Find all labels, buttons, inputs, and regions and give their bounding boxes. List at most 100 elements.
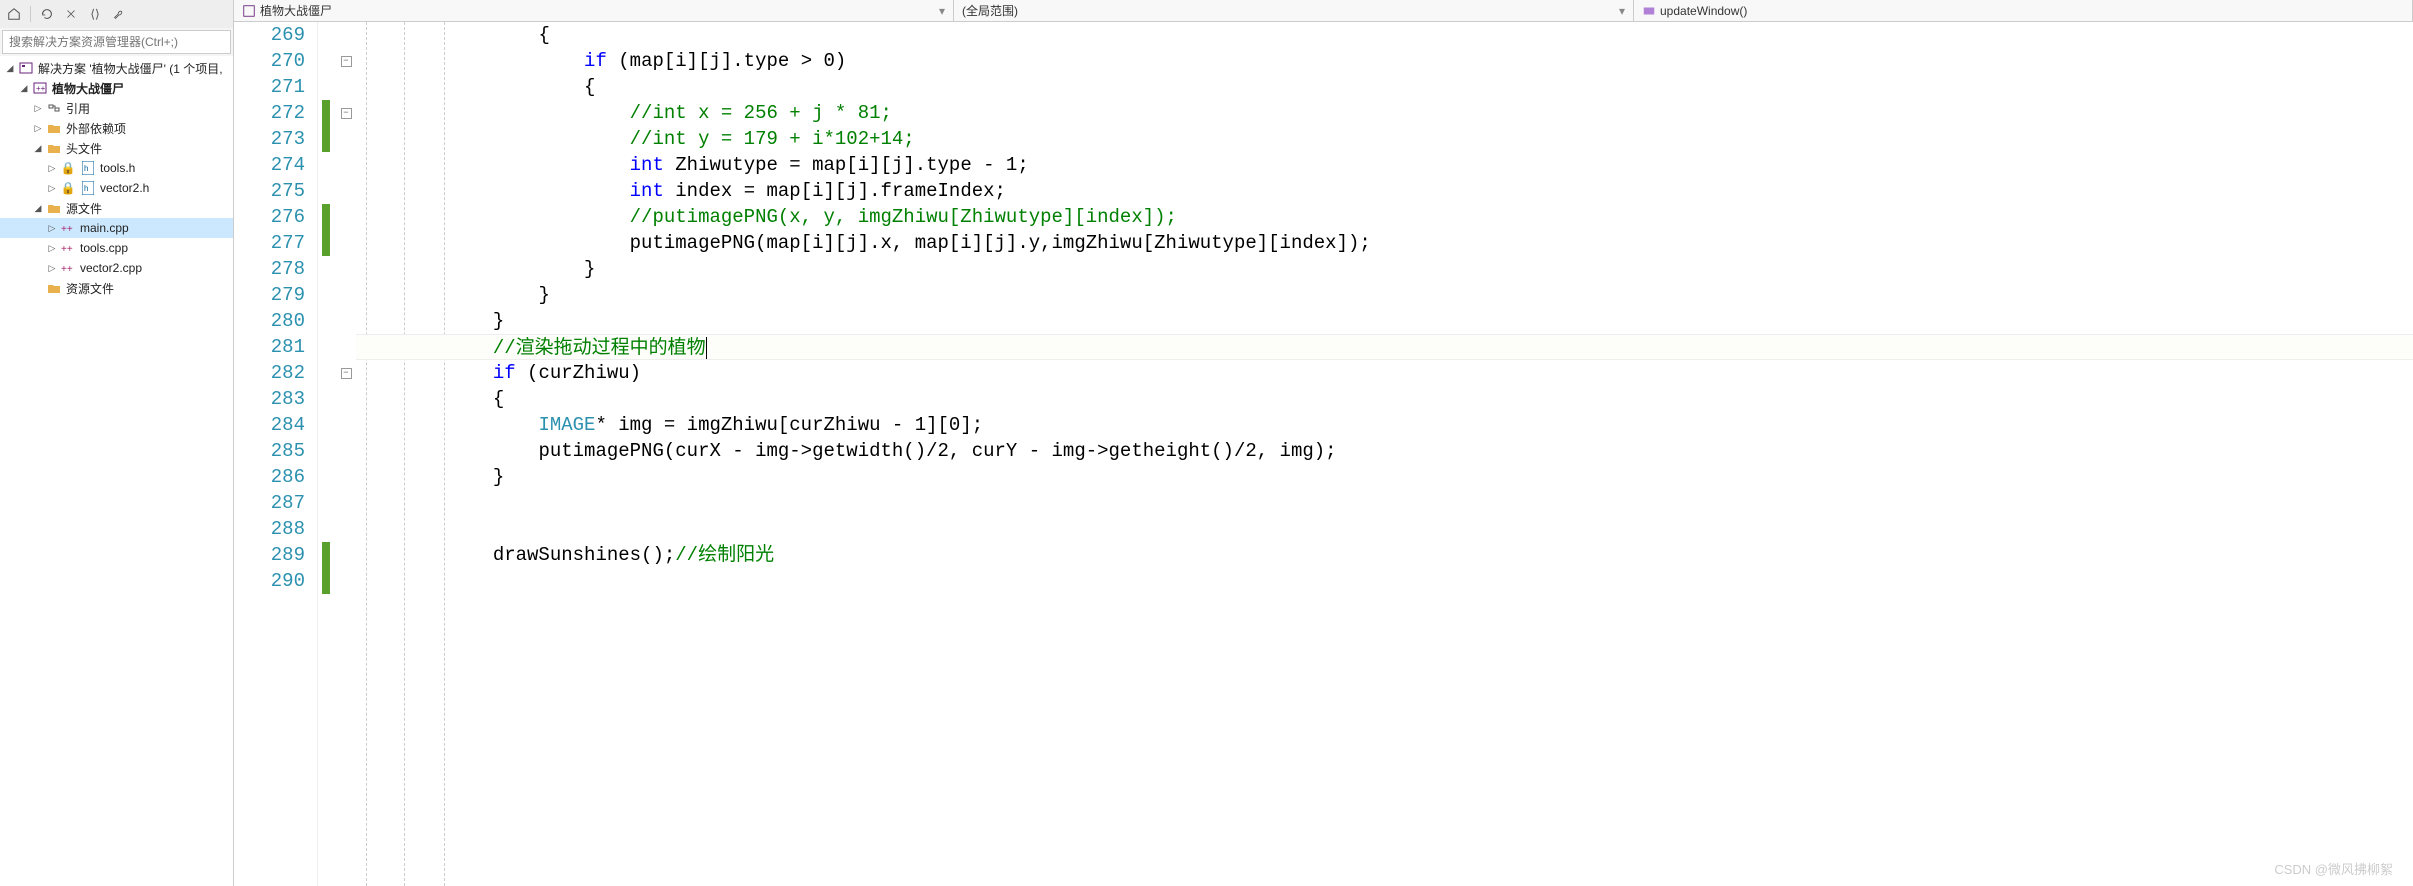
expand-icon[interactable]: ▷: [32, 102, 44, 114]
fold-column: − − −: [336, 22, 356, 886]
function-dropdown[interactable]: updateWindow(): [1634, 0, 2413, 21]
cpp-icon: ++: [60, 220, 76, 236]
resources-folder[interactable]: 资源文件: [0, 278, 233, 298]
home-icon[interactable]: [4, 4, 24, 24]
change-marker: [318, 334, 336, 360]
folder-icon: [46, 280, 62, 296]
code-line[interactable]: putimagePNG(map[i][j].x, map[i][j].y,img…: [356, 230, 2413, 256]
code-line[interactable]: [356, 490, 2413, 516]
fold-toggle: [336, 282, 356, 308]
header-file[interactable]: ▷ 🔒 h tools.h: [0, 158, 233, 178]
code-line[interactable]: }: [356, 308, 2413, 334]
code-line[interactable]: {: [356, 386, 2413, 412]
fold-toggle[interactable]: −: [336, 100, 356, 126]
code-line[interactable]: if (curZhiwu): [356, 360, 2413, 386]
external-deps-node[interactable]: ▷ 外部依赖项: [0, 118, 233, 138]
search-input[interactable]: [9, 35, 224, 49]
header-file[interactable]: ▷ 🔒 h vector2.h: [0, 178, 233, 198]
chevron-down-icon: ▾: [939, 4, 945, 18]
expand-icon[interactable]: ◢: [32, 142, 44, 154]
cpp-icon: ++: [60, 260, 76, 276]
change-marker: [318, 178, 336, 204]
wrench-icon[interactable]: [109, 4, 129, 24]
headers-folder[interactable]: ◢ 头文件: [0, 138, 233, 158]
solution-tree: ◢ 解决方案 '植物大战僵尸' (1 个项目, ◢ ++ 植物大战僵尸 ▷ 引用…: [0, 56, 233, 886]
file-label: tools.cpp: [80, 241, 128, 255]
change-marker: [322, 100, 330, 126]
fold-toggle: [336, 230, 356, 256]
sources-folder[interactable]: ◢ 源文件: [0, 198, 233, 218]
code-line[interactable]: }: [356, 282, 2413, 308]
code-line[interactable]: [356, 568, 2413, 594]
expand-icon[interactable]: ▷: [32, 122, 44, 134]
expand-icon[interactable]: ▷: [46, 262, 58, 274]
change-marker: [322, 126, 330, 152]
change-marker: [322, 204, 330, 230]
code-line[interactable]: drawSunshines();//绘制阳光: [356, 542, 2413, 568]
fold-toggle: [336, 542, 356, 568]
expand-icon[interactable]: ▷: [46, 182, 58, 194]
code-content[interactable]: { if (map[i][j].type > 0) { //int x = 25…: [356, 22, 2413, 886]
source-file[interactable]: ▷ ++ tools.cpp: [0, 238, 233, 258]
fold-toggle: [336, 126, 356, 152]
fold-toggle: [336, 334, 356, 360]
solution-node[interactable]: ◢ 解决方案 '植物大战僵尸' (1 个项目,: [0, 58, 233, 78]
expand-icon[interactable]: ◢: [32, 202, 44, 214]
project-node[interactable]: ◢ ++ 植物大战僵尸: [0, 78, 233, 98]
project-dropdown[interactable]: 植物大战僵尸 ▾: [234, 0, 954, 21]
fold-toggle[interactable]: −: [336, 360, 356, 386]
line-number: 283: [234, 386, 305, 412]
code-line[interactable]: int index = map[i][j].frameIndex;: [356, 178, 2413, 204]
fold-toggle[interactable]: −: [336, 48, 356, 74]
expand-icon[interactable]: ◢: [4, 62, 16, 74]
expand-icon[interactable]: ◢: [18, 82, 30, 94]
sources-label: 源文件: [66, 200, 102, 217]
code-line[interactable]: {: [356, 22, 2413, 48]
solution-icon: [18, 60, 34, 76]
code-editor[interactable]: 2692702712722732742752762772782792802812…: [234, 22, 2413, 886]
chevron-down-icon: ▾: [1619, 4, 1625, 18]
explorer-search[interactable]: [2, 30, 231, 54]
code-line[interactable]: //int y = 179 + i*102+14;: [356, 126, 2413, 152]
references-node[interactable]: ▷ 引用: [0, 98, 233, 118]
code-line[interactable]: }: [356, 464, 2413, 490]
source-file-active[interactable]: ▷ ++ main.cpp: [0, 218, 233, 238]
change-marker: [318, 360, 336, 386]
line-number: 277: [234, 230, 305, 256]
spacer: [32, 282, 44, 294]
code-line[interactable]: [356, 516, 2413, 542]
sync-icon[interactable]: [61, 4, 81, 24]
code-line[interactable]: IMAGE* img = imgZhiwu[curZhiwu - 1][0];: [356, 412, 2413, 438]
line-number: 274: [234, 152, 305, 178]
change-marker: [318, 308, 336, 334]
code-line[interactable]: putimagePNG(curX - img->getwidth()/2, cu…: [356, 438, 2413, 464]
code-line[interactable]: }: [356, 256, 2413, 282]
brackets-icon[interactable]: ⟨⟩: [85, 4, 105, 24]
expand-icon[interactable]: ▷: [46, 222, 58, 234]
source-file[interactable]: ▷ ++ vector2.cpp: [0, 258, 233, 278]
line-number: 271: [234, 74, 305, 100]
change-marker: [318, 48, 336, 74]
scope-dropdown[interactable]: (全局范围) ▾: [954, 0, 1634, 21]
refresh-icon[interactable]: [37, 4, 57, 24]
fold-toggle: [336, 464, 356, 490]
code-line[interactable]: //putimagePNG(x, y, imgZhiwu[Zhiwutype][…: [356, 204, 2413, 230]
code-line[interactable]: int Zhiwutype = map[i][j].type - 1;: [356, 152, 2413, 178]
code-line[interactable]: //int x = 256 + j * 81;: [356, 100, 2413, 126]
folder-icon: [46, 140, 62, 156]
expand-icon[interactable]: ▷: [46, 242, 58, 254]
change-marker: [318, 516, 336, 542]
solution-explorer: ⟨⟩ ◢ 解决方案 '植物大战僵尸' (1 个项目, ◢ ++ 植物大战僵尸 ▷: [0, 0, 234, 886]
fold-toggle: [336, 204, 356, 230]
project-icon: ++: [32, 80, 48, 96]
project-dropdown-label: 植物大战僵尸: [260, 2, 332, 19]
fold-toggle: [336, 74, 356, 100]
code-line[interactable]: if (map[i][j].type > 0): [356, 48, 2413, 74]
cpp-icon: ++: [60, 240, 76, 256]
code-line[interactable]: {: [356, 74, 2413, 100]
expand-icon[interactable]: ▷: [46, 162, 58, 174]
code-line[interactable]: //渲染拖动过程中的植物: [356, 334, 2413, 360]
navigation-bar: 植物大战僵尸 ▾ (全局范围) ▾ updateWindow(): [234, 0, 2413, 22]
external-label: 外部依赖项: [66, 120, 126, 137]
change-marker: [318, 74, 336, 100]
